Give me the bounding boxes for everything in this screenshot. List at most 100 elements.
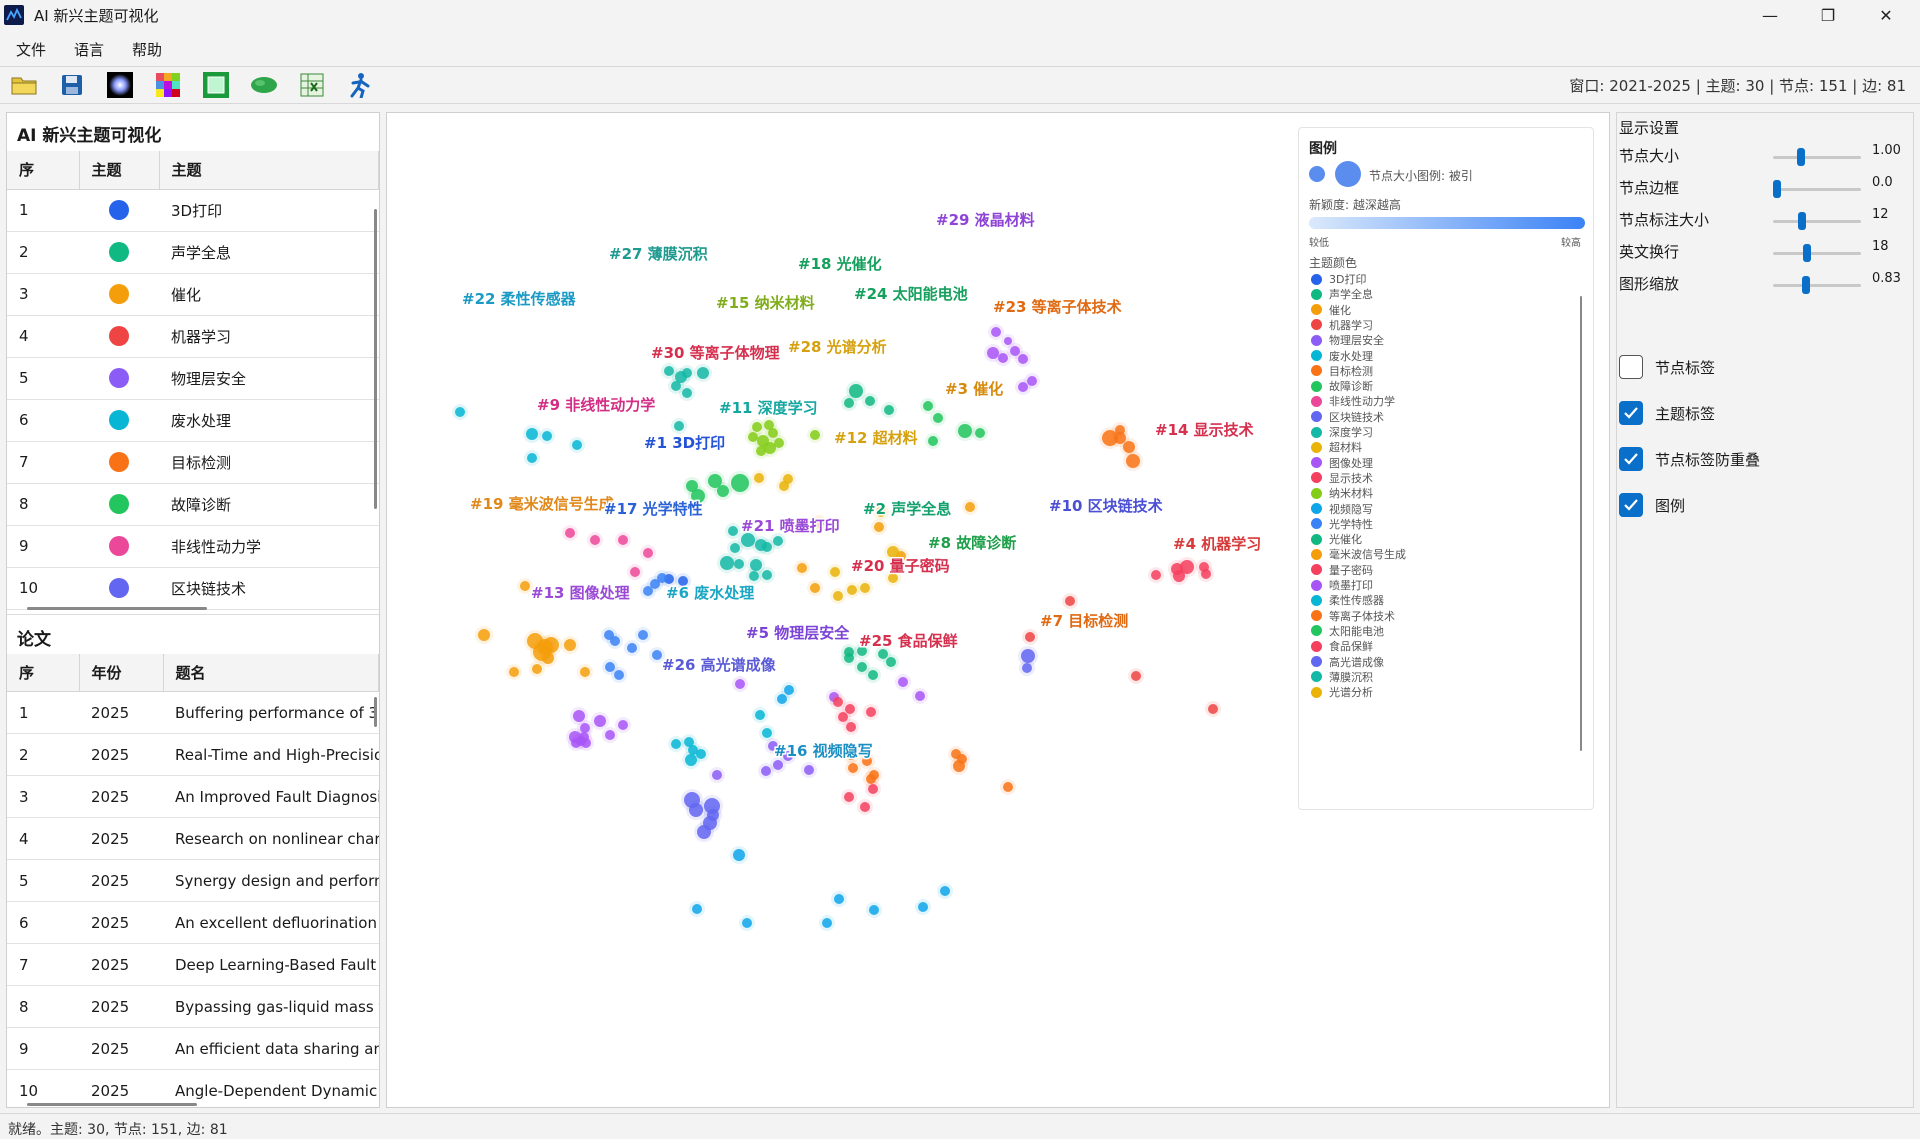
topic-label[interactable]: #17 光学特性 [603, 499, 705, 520]
graph-node[interactable] [860, 583, 870, 593]
cloud-shape-button[interactable] [250, 71, 278, 99]
graph-node[interactable] [1126, 454, 1140, 468]
graph-node[interactable] [844, 792, 854, 802]
graph-node[interactable] [754, 473, 764, 483]
graph-node[interactable] [564, 639, 576, 651]
maximize-button[interactable]: ❐ [1800, 0, 1856, 30]
graph-node[interactable] [991, 327, 1001, 337]
graph-node[interactable] [674, 421, 684, 431]
graph-node[interactable] [773, 536, 783, 546]
graph-node[interactable] [610, 636, 620, 646]
graph-node[interactable] [923, 401, 933, 411]
graph-node[interactable] [712, 770, 722, 780]
papers-vscrollbar[interactable] [374, 697, 377, 727]
topic-label[interactable]: #14 显示技术 [1154, 420, 1256, 441]
topic-row[interactable]: 6 废水处理 [7, 399, 379, 442]
graph-node[interactable] [953, 760, 965, 772]
topics-hscrollbar[interactable] [27, 607, 207, 610]
graph-node[interactable] [975, 428, 985, 438]
topic-label[interactable]: #29 液晶材料 [935, 210, 1037, 231]
slider-track[interactable] [1773, 148, 1861, 166]
checkbox-row[interactable]: 图例 [1619, 491, 1685, 519]
graph-node[interactable] [652, 650, 662, 660]
graph-node[interactable] [671, 739, 681, 749]
graph-node[interactable] [1022, 663, 1032, 673]
graph-node[interactable] [804, 765, 814, 775]
graph-node[interactable] [874, 522, 884, 532]
graph-node[interactable] [869, 905, 879, 915]
graph-node[interactable] [594, 715, 606, 727]
topics-vscrollbar[interactable] [374, 209, 377, 509]
graph-node[interactable] [777, 694, 787, 704]
graph-node[interactable] [733, 849, 745, 861]
legend-vscrollbar[interactable] [1580, 296, 1582, 751]
graph-node[interactable] [865, 396, 875, 406]
graph-node[interactable] [822, 918, 832, 928]
graph-node[interactable] [868, 670, 878, 680]
topic-label[interactable]: #30 等离子体物理 [650, 343, 782, 364]
graph-node[interactable] [833, 591, 843, 601]
graph-node[interactable] [692, 904, 702, 914]
graph-node[interactable] [847, 585, 857, 595]
graph-node[interactable] [1065, 596, 1075, 606]
graph-node[interactable] [1208, 704, 1218, 714]
papers-header-title[interactable]: 题名 [163, 653, 379, 692]
topic-label[interactable]: #8 故障诊断 [927, 533, 1018, 554]
graph-node[interactable] [565, 528, 575, 538]
graph-node[interactable] [866, 707, 876, 717]
topic-label[interactable]: #21 喷墨打印 [740, 516, 842, 537]
topic-row[interactable]: 5 物理层安全 [7, 357, 379, 400]
graph-node[interactable] [860, 802, 870, 812]
topic-label[interactable]: #3 催化 [944, 379, 1005, 400]
graph-node[interactable] [689, 803, 703, 817]
save-button[interactable] [58, 71, 86, 99]
graph-node[interactable] [848, 763, 858, 773]
topic-label[interactable]: #2 声学全息 [862, 499, 953, 520]
graph-node[interactable] [742, 918, 752, 928]
graph-node[interactable] [478, 629, 490, 641]
graph-node[interactable] [764, 442, 776, 454]
graph-node[interactable] [542, 652, 554, 664]
topic-label[interactable]: #18 光催化 [797, 254, 884, 275]
export-table-button[interactable] [298, 71, 326, 99]
graph-node[interactable] [618, 720, 628, 730]
checkbox[interactable] [1619, 493, 1643, 517]
graph-node[interactable] [844, 398, 854, 408]
graph-node[interactable] [779, 481, 789, 491]
graph-node[interactable] [630, 567, 640, 577]
menu-language[interactable]: 语言 [62, 39, 116, 60]
paper-row[interactable]: 7 2025 Deep Learning-Based Fault [7, 943, 379, 986]
graph-node[interactable] [720, 556, 734, 570]
topics-header-index[interactable]: 序 [7, 151, 80, 190]
topic-label[interactable]: #19 毫米波信号生成 [469, 494, 616, 515]
graph-node[interactable] [520, 581, 530, 591]
topic-label[interactable]: #20 量子密码 [850, 556, 952, 577]
graph-node[interactable] [857, 662, 867, 672]
paper-row[interactable]: 6 2025 An excellent defluorination r [7, 901, 379, 944]
graph-node[interactable] [761, 766, 771, 776]
slider-thumb[interactable] [1773, 180, 1781, 198]
paper-row[interactable]: 5 2025 Synergy design and perform [7, 859, 379, 902]
topics-header-color[interactable]: 主题 [79, 151, 160, 190]
graph-node[interactable] [697, 825, 711, 839]
topic-row[interactable]: 3 催化 [7, 273, 379, 316]
graph-node[interactable] [898, 677, 908, 687]
topic-row[interactable]: 7 目标检测 [7, 441, 379, 484]
graph-node[interactable] [1025, 632, 1035, 642]
run-button[interactable] [346, 71, 374, 99]
graph-node[interactable] [527, 453, 537, 463]
graph-node[interactable] [762, 570, 772, 580]
graph-node[interactable] [833, 697, 843, 707]
graph-node[interactable] [834, 894, 844, 904]
graph-node[interactable] [749, 571, 759, 581]
graph-node[interactable] [762, 728, 772, 738]
checkbox-row[interactable]: 节点标签防重叠 [1619, 445, 1760, 473]
papers-header-index[interactable]: 序 [7, 653, 80, 692]
menu-file[interactable]: 文件 [4, 39, 58, 60]
topic-label[interactable]: #24 太阳能电池 [853, 284, 970, 305]
topic-row[interactable]: 10 区块链技术 [7, 567, 379, 610]
graph-node[interactable] [614, 670, 624, 680]
slider-track[interactable] [1773, 276, 1861, 294]
topic-label[interactable]: #4 机器学习 [1172, 534, 1263, 555]
topic-label[interactable]: #27 薄膜沉积 [608, 244, 710, 265]
